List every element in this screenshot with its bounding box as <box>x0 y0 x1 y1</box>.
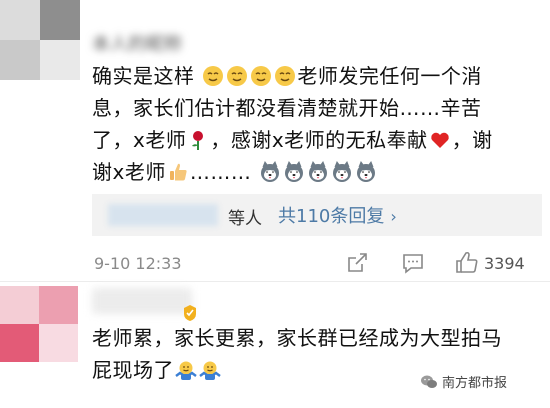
red-heart-icon <box>430 132 449 148</box>
relieved-face-icon <box>227 66 248 86</box>
avatar-block <box>0 40 40 80</box>
avatar-block <box>39 286 78 324</box>
avatar-block <box>0 0 40 40</box>
husky-dog-icon <box>309 161 328 182</box>
husky-dog-icon <box>333 161 352 182</box>
comment-text-segment: 确实是这样 <box>92 64 195 88</box>
reply-preview[interactable]: 等人 共110条回复 › <box>92 194 542 236</box>
view-replies-link[interactable]: 共110条回复 › <box>278 202 397 228</box>
comment-meta: 9-10 12:33 3394 <box>92 250 542 278</box>
reply-partial-text: 等人 <box>228 209 262 229</box>
comment-text-segment: ，感谢x老师的无私奉献 <box>210 128 428 152</box>
husky-dog-icon <box>285 161 304 182</box>
relieved-face-icon <box>203 66 224 86</box>
thumbs-up-icon <box>169 163 187 181</box>
avatar-block <box>0 324 39 362</box>
chevron-right-icon: › <box>390 207 397 226</box>
comment-icon[interactable] <box>400 250 426 276</box>
username[interactable]: 本人的昵称 <box>92 30 182 56</box>
comment-text: 确实是这样 老师发完任何一个消息，家长们估计都没看清楚就开始……辛苦了，x老师，… <box>92 60 512 188</box>
watermark-text: 南方都市报 <box>442 376 508 391</box>
comment-text-segment: ……… <box>189 160 252 184</box>
username[interactable] <box>92 288 192 314</box>
comment-card: 本人的昵称 确实是这样 老师发完任何一个消息，家长们估计都没看清楚就开始……辛苦… <box>0 0 550 282</box>
avatar[interactable] <box>0 0 80 80</box>
wechat-icon <box>421 375 437 388</box>
reply-count-text: 共110条回复 <box>278 206 385 227</box>
avatar-block <box>40 0 80 40</box>
relieved-face-icon <box>275 66 296 86</box>
avatar[interactable] <box>0 286 78 362</box>
avatar-block <box>40 40 80 80</box>
avatar-block <box>39 324 78 362</box>
relieved-face-icon <box>251 66 272 86</box>
like-icon[interactable] <box>454 250 480 276</box>
shrug-face-icon <box>199 361 221 380</box>
timestamp: 9-10 12:33 <box>94 254 182 273</box>
husky-dog-icon <box>357 161 376 182</box>
watermark: 南方都市报 <box>420 372 507 391</box>
husky-dog-icon <box>261 161 280 182</box>
share-icon[interactable] <box>344 250 370 276</box>
gold-badge-icon <box>184 305 196 321</box>
rose-icon <box>192 131 204 150</box>
reply-usernames <box>108 204 218 226</box>
like-count: 3394 <box>484 254 525 273</box>
shrug-face-icon <box>175 361 197 380</box>
avatar-block <box>0 286 39 324</box>
